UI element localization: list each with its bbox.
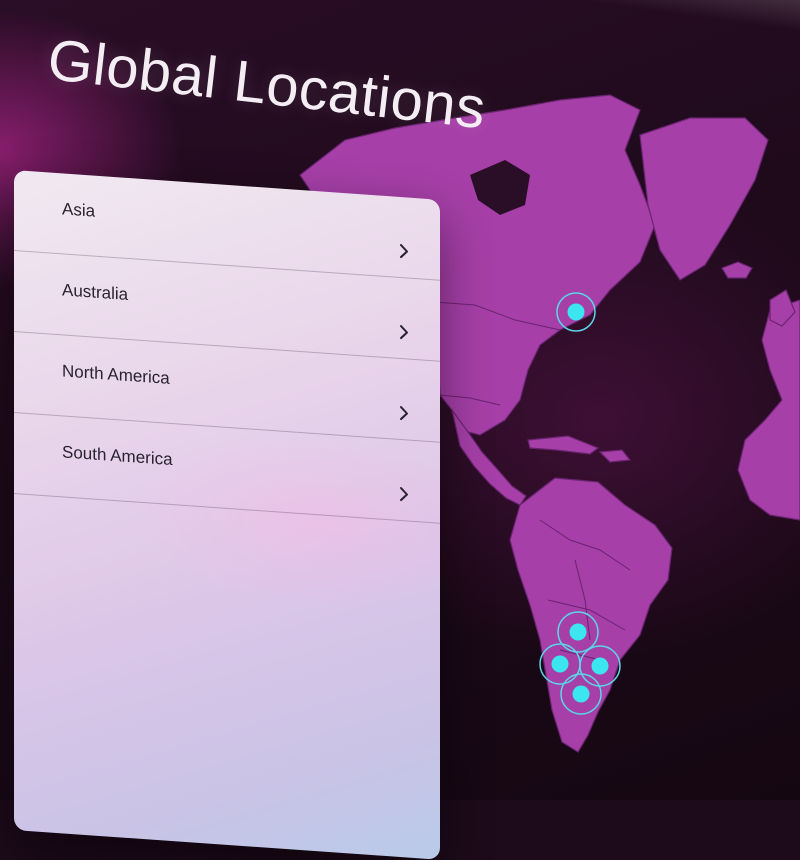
cuba-shape	[527, 435, 600, 455]
region-label: Australia	[62, 280, 129, 304]
chevron-right-icon	[400, 487, 408, 502]
chevron-right-icon	[400, 325, 408, 340]
region-label: Asia	[62, 199, 96, 221]
regions-panel: Asia Australia North America South Ameri…	[14, 170, 440, 860]
region-label: South America	[62, 442, 173, 470]
greenland-shape	[639, 117, 769, 281]
chevron-right-icon	[400, 244, 408, 259]
europe-africa-shape	[737, 299, 800, 521]
chevron-right-icon	[400, 406, 408, 421]
region-label: North America	[62, 361, 170, 388]
iceland-shape	[721, 261, 753, 279]
region-list: Asia Australia North America South Ameri…	[14, 170, 440, 524]
hispaniola-shape	[598, 449, 632, 463]
